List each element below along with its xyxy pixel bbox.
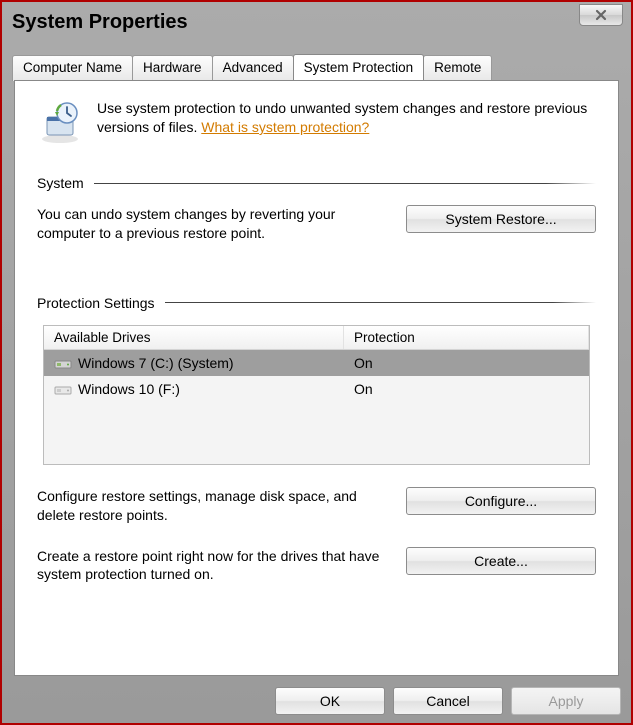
tab-system-protection[interactable]: System Protection [293, 54, 425, 80]
close-icon [595, 9, 607, 21]
drive-icon [54, 382, 72, 396]
create-row: Create a restore point right now for the… [37, 547, 596, 585]
create-button[interactable]: Create... [406, 547, 596, 575]
system-section-header: System [37, 175, 596, 191]
close-button[interactable] [579, 4, 623, 26]
tab-computer-name[interactable]: Computer Name [12, 55, 133, 81]
divider [165, 302, 596, 303]
configure-desc: Configure restore settings, manage disk … [37, 487, 394, 525]
intro-block: Use system protection to undo unwanted s… [37, 99, 596, 145]
drive-name: Windows 10 (F:) [78, 381, 180, 397]
table-row[interactable]: Windows 7 (C:) (System) On [44, 350, 589, 376]
col-available-drives[interactable]: Available Drives [44, 326, 344, 349]
system-restore-desc: You can undo system changes by reverting… [37, 205, 394, 243]
protection-section-header: Protection Settings [37, 295, 596, 311]
protection-heading: Protection Settings [37, 295, 155, 311]
drive-protection: On [344, 379, 589, 399]
window-title: System Properties [12, 11, 188, 34]
apply-button[interactable]: Apply [511, 687, 621, 715]
tab-hardware[interactable]: Hardware [132, 55, 213, 81]
col-protection[interactable]: Protection [344, 326, 589, 349]
table-row[interactable]: Windows 10 (F:) On [44, 376, 589, 402]
drives-table[interactable]: Available Drives Protection Windows 7 (C… [43, 325, 590, 465]
intro-text: Use system protection to undo unwanted s… [97, 99, 596, 145]
divider [94, 183, 596, 184]
ok-button[interactable]: OK [275, 687, 385, 715]
create-desc: Create a restore point right now for the… [37, 547, 394, 585]
drive-protection: On [344, 353, 589, 373]
configure-row: Configure restore settings, manage disk … [37, 487, 596, 525]
protection-shield-icon [37, 99, 83, 145]
system-properties-window: System Properties Computer Name Hardware… [0, 0, 633, 725]
system-restore-button[interactable]: System Restore... [406, 205, 596, 233]
what-is-system-protection-link[interactable]: What is system protection? [201, 119, 369, 135]
titlebar: System Properties [2, 2, 631, 42]
drive-name: Windows 7 (C:) (System) [78, 355, 234, 371]
tabs-area: Computer Name Hardware Advanced System P… [8, 54, 625, 676]
tab-advanced[interactable]: Advanced [212, 55, 294, 81]
dialog-footer: OK Cancel Apply [275, 687, 621, 715]
cancel-button[interactable]: Cancel [393, 687, 503, 715]
system-restore-row: You can undo system changes by reverting… [37, 205, 596, 243]
configure-button[interactable]: Configure... [406, 487, 596, 515]
tab-strip: Computer Name Hardware Advanced System P… [12, 54, 625, 80]
tab-panel: Use system protection to undo unwanted s… [14, 80, 619, 676]
drives-header: Available Drives Protection [44, 326, 589, 350]
system-heading: System [37, 175, 84, 191]
tab-remote[interactable]: Remote [423, 55, 492, 81]
drive-system-icon [54, 356, 72, 370]
